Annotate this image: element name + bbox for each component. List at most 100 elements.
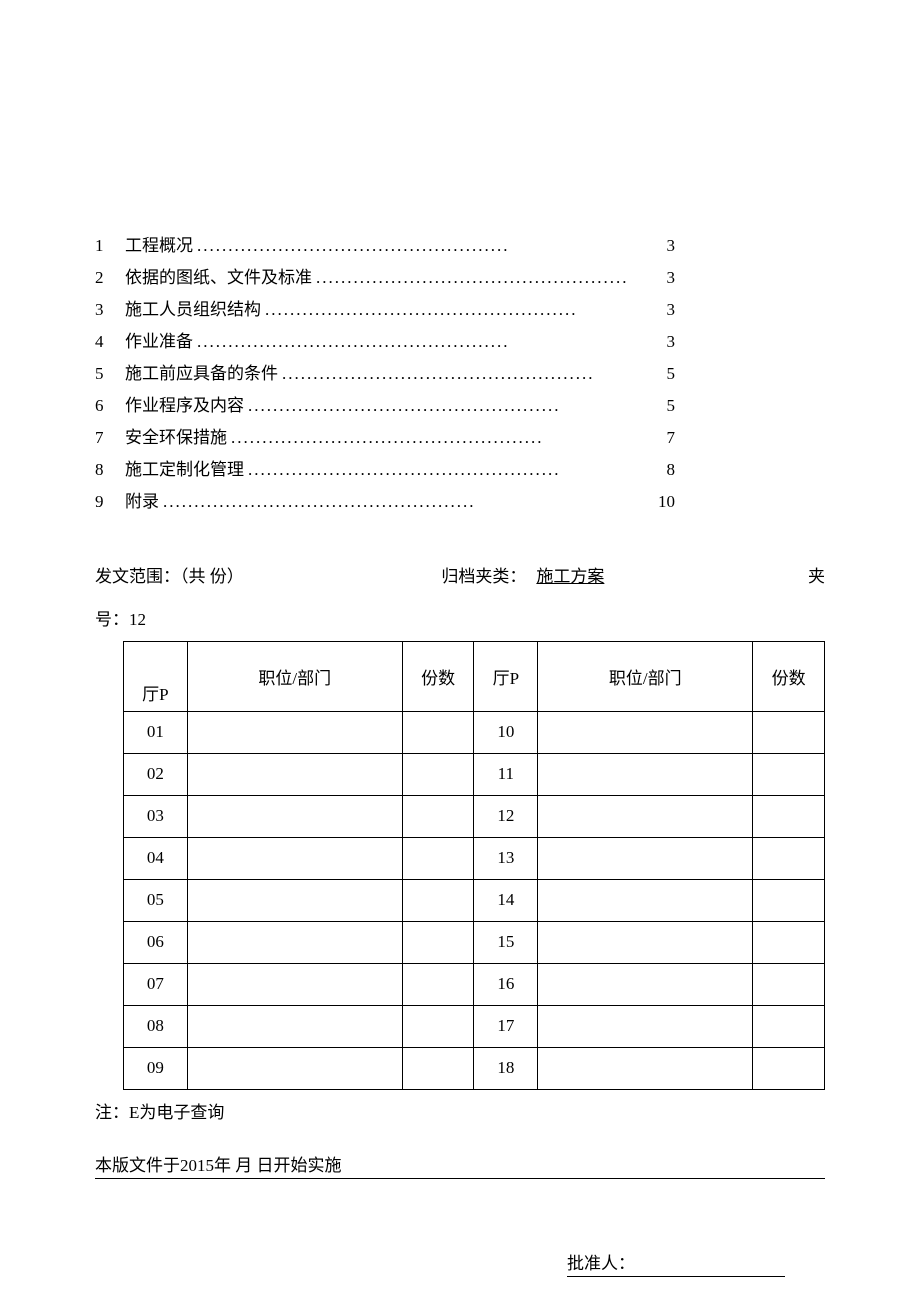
toc-title: 作业准备 — [125, 326, 193, 358]
toc-dots: ........................................… — [227, 422, 667, 454]
toc-title: 施工定制化管理 — [125, 454, 244, 486]
dept-cell — [538, 1005, 753, 1047]
seq-cell: 09 — [124, 1047, 188, 1089]
toc-page: 8 — [667, 454, 826, 486]
count-cell — [402, 879, 474, 921]
toc-title: 作业程序及内容 — [125, 390, 244, 422]
toc-title: 附录 — [125, 486, 159, 518]
toc-title: 施工前应具备的条件 — [125, 358, 278, 390]
table-row: 0514 — [124, 879, 825, 921]
toc-entry: 5 施工前应具备的条件 ............................… — [95, 358, 825, 390]
count-cell — [753, 1047, 825, 1089]
dispatch-meta-row: 发文范围：（共 份） 归档夹类： 施工方案 夹 — [95, 558, 825, 595]
toc-entry: 4 作业准备 .................................… — [95, 326, 825, 358]
toc-page: 3 — [667, 294, 826, 326]
dept-cell — [187, 879, 402, 921]
table-note: 注：E为电子查询 — [95, 1094, 825, 1131]
dept-cell — [187, 1005, 402, 1047]
folder-number: 号：12 — [95, 601, 825, 638]
toc-dots: ........................................… — [193, 230, 667, 262]
table-row: 07 16 — [124, 963, 825, 1005]
toc-page: 3 — [667, 262, 826, 294]
toc-num: 7 — [95, 422, 125, 454]
toc-entry: 3 施工人员组织结构 .............................… — [95, 294, 825, 326]
seq-cell: 02 — [124, 753, 188, 795]
dept-cell — [538, 711, 753, 753]
toc-page: 3 — [667, 230, 826, 262]
dept-cell — [538, 963, 753, 1005]
dept-cell — [538, 837, 753, 879]
toc-page: 3 — [667, 326, 826, 358]
count-cell — [402, 1005, 474, 1047]
dept-cell — [187, 921, 402, 963]
table-row: 0918 — [124, 1047, 825, 1089]
count-cell — [753, 963, 825, 1005]
dept-cell — [538, 879, 753, 921]
count-cell — [402, 921, 474, 963]
toc-entry: 9 附录 ...................................… — [95, 486, 825, 518]
toc-title: 工程概况 — [125, 230, 193, 262]
toc-num: 1 — [95, 230, 125, 262]
count-cell — [402, 963, 474, 1005]
toc-num: 9 — [95, 486, 125, 518]
seq-cell: 07 — [124, 963, 188, 1005]
seq-cell: 01 — [124, 711, 188, 753]
table-of-contents: 1 工程概况 .................................… — [95, 230, 825, 518]
toc-entry: 6 作业程序及内容 ..............................… — [95, 390, 825, 422]
table-row: 0312 — [124, 795, 825, 837]
seq-cell: 15 — [474, 921, 538, 963]
toc-dots: ........................................… — [193, 326, 667, 358]
archive-category: 归档夹类： 施工方案 — [441, 558, 610, 595]
toc-num: 2 — [95, 262, 125, 294]
toc-num: 4 — [95, 326, 125, 358]
count-cell — [402, 837, 474, 879]
table-row: 06 15 — [124, 921, 825, 963]
header-dept: 职位/部门 — [538, 641, 753, 711]
toc-page: 5 — [667, 358, 826, 390]
header-seq: 厅P — [124, 641, 188, 711]
seq-cell: 08 — [124, 1005, 188, 1047]
toc-dots: ........................................… — [312, 262, 667, 294]
seq-cell: 05 — [124, 879, 188, 921]
count-cell — [753, 795, 825, 837]
toc-dots: ........................................… — [278, 358, 667, 390]
dept-cell — [538, 921, 753, 963]
count-cell — [753, 711, 825, 753]
header-count: 份数 — [753, 641, 825, 711]
folder-label: 夹 — [808, 558, 825, 595]
count-cell — [402, 1047, 474, 1089]
count-cell — [402, 795, 474, 837]
toc-num: 6 — [95, 390, 125, 422]
seq-cell: 16 — [474, 963, 538, 1005]
dispatch-scope: 发文范围：（共 份） — [95, 558, 244, 595]
toc-entry: 7 安全环保措施 ...............................… — [95, 422, 825, 454]
dept-cell — [538, 1047, 753, 1089]
toc-dots: ........................................… — [261, 294, 667, 326]
toc-page: 7 — [667, 422, 826, 454]
toc-entry: 1 工程概况 .................................… — [95, 230, 825, 262]
effective-date-line: 本版文件于2015年 月 日开始实施 — [95, 1151, 825, 1179]
table-header-row: 厅P 职位/部门 份数 厅P 职位/部门 份数 — [124, 641, 825, 711]
toc-num: 8 — [95, 454, 125, 486]
header-seq: 厅P — [474, 641, 538, 711]
dept-cell — [538, 753, 753, 795]
toc-page: 10 — [658, 486, 825, 518]
toc-page: 5 — [667, 390, 826, 422]
count-cell — [753, 837, 825, 879]
count-cell — [402, 753, 474, 795]
approver-section: 批准人： — [95, 1249, 825, 1277]
dept-cell — [187, 837, 402, 879]
dept-cell — [187, 1047, 402, 1089]
seq-cell: 11 — [474, 753, 538, 795]
seq-cell: 03 — [124, 795, 188, 837]
table-row: 0817 — [124, 1005, 825, 1047]
table-row: 02 11 — [124, 753, 825, 795]
toc-title: 依据的图纸、文件及标准 — [125, 262, 312, 294]
toc-dots: ........................................… — [244, 454, 667, 486]
count-cell — [753, 753, 825, 795]
dept-cell — [187, 795, 402, 837]
toc-entry: 2 依据的图纸、文件及标准 ..........................… — [95, 262, 825, 294]
toc-entry: 8 施工定制化管理 ..............................… — [95, 454, 825, 486]
approver-label: 批准人： — [567, 1249, 785, 1277]
seq-cell: 06 — [124, 921, 188, 963]
